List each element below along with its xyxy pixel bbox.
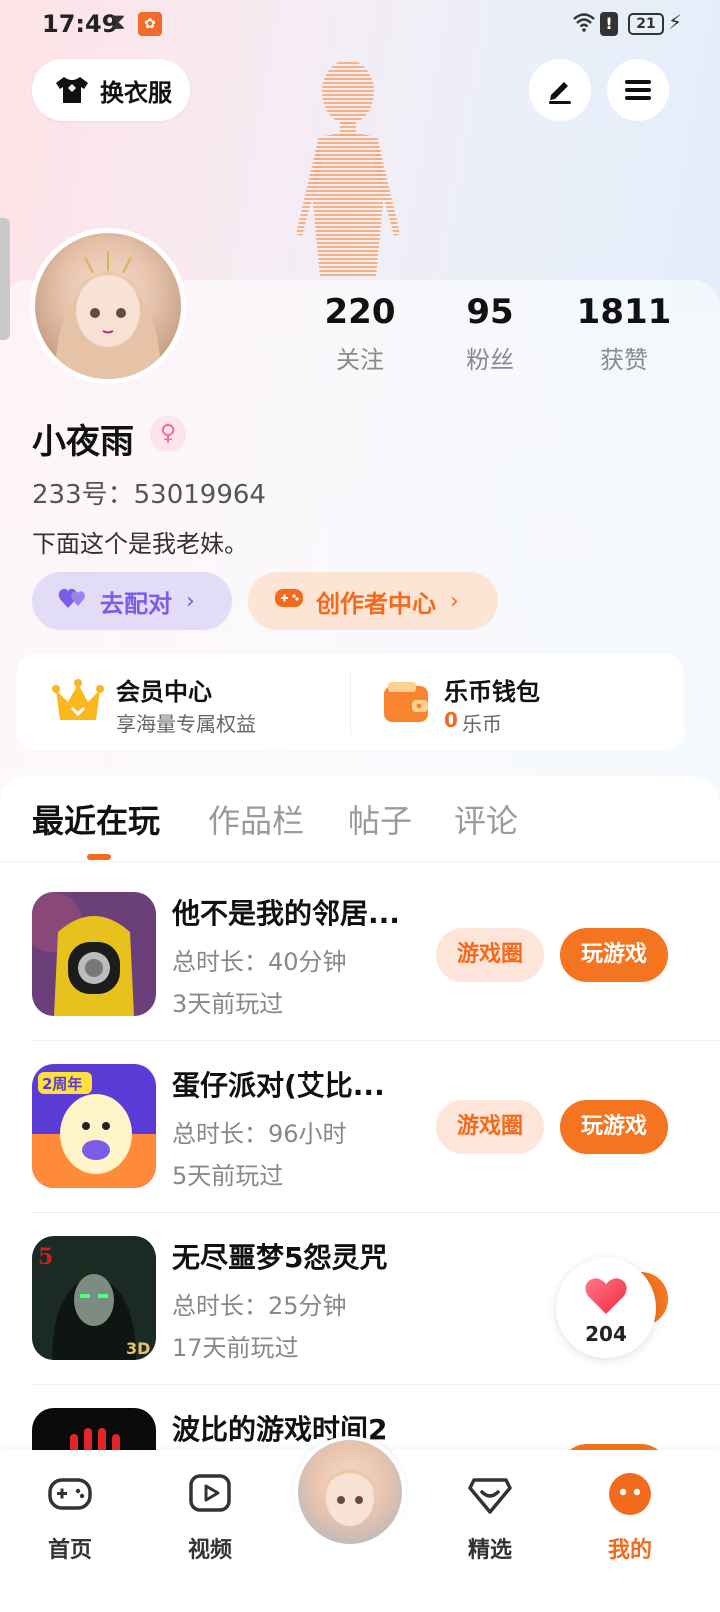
hearts-icon — [58, 586, 88, 616]
nav-video-label: 视频 — [187, 1538, 232, 1563]
smile-face-icon — [609, 1473, 651, 1515]
tab-comments[interactable]: 评论 — [454, 796, 518, 842]
tshirt-icon — [56, 77, 88, 103]
change-outfit-button[interactable]: 换衣服 — [32, 59, 190, 121]
crown-icon — [52, 679, 104, 720]
gamepad-icon — [48, 1478, 92, 1510]
profile-stats: 220 关注 95 粉丝 1811 获赞 — [300, 292, 700, 382]
game-last-played: 17天前玩过 — [172, 1334, 299, 1362]
female-gender-icon: ♀ — [150, 416, 186, 452]
game-last-played: 3天前玩过 — [172, 990, 284, 1018]
game-name: 无尽噩梦5怨灵咒 — [172, 1241, 388, 1274]
game-name: 蛋仔派对(艾比... — [172, 1069, 385, 1102]
game-duration: 总时长：25分钟 — [172, 1292, 347, 1320]
menu-icon — [625, 80, 651, 100]
likes-count: 1811 — [576, 292, 672, 332]
avatar-3d-figure — [296, 60, 400, 276]
floating-like-button[interactable]: 204 — [556, 1258, 656, 1358]
tab-works[interactable]: 作品栏 — [208, 796, 304, 842]
side-drawer-handle[interactable] — [0, 218, 10, 340]
play-game-button[interactable]: 玩游戏 — [560, 928, 668, 982]
heart-box-icon — [468, 1478, 512, 1514]
match-label: 去配对 — [100, 589, 172, 618]
user-id: 233号：53019964 — [32, 480, 266, 510]
nav-avatar-button[interactable] — [294, 1436, 406, 1548]
vip-center-subtitle: 享海量专属权益 — [116, 712, 256, 736]
avatar-image — [35, 233, 181, 379]
pencil-icon — [549, 82, 571, 104]
following-stat[interactable]: 220 关注 — [300, 292, 420, 375]
game-last-played: 5天前玩过 — [172, 1162, 284, 1190]
game-circle-button[interactable]: 游戏圈 — [436, 1100, 544, 1154]
vip-center-entry[interactable]: 会员中心 享海量专属权益 — [16, 654, 350, 750]
edit-profile-button[interactable] — [529, 59, 591, 121]
member-wallet-card: 会员中心 享海量专属权益 乐币钱包 0 乐币 — [16, 654, 684, 750]
status-bar: 17:49 ⧗ ✿ ! 21 ⚡ — [0, 0, 720, 48]
game-icon: 5 3D — [32, 1236, 156, 1360]
game-icon — [32, 892, 156, 1016]
creator-center-button[interactable]: 创作者中心 › — [248, 572, 498, 630]
status-time: 17:49 — [42, 10, 119, 38]
nav-home-label: 首页 — [47, 1538, 92, 1563]
nav-mine[interactable]: 我的 — [570, 1470, 690, 1564]
game-name: 他不是我的邻居... — [172, 897, 400, 930]
alert-icon: ! — [600, 12, 618, 36]
profile-name: 小夜雨 — [32, 422, 134, 462]
list-item[interactable]: 2周年 蛋仔派对(艾比... 总时长：96小时 5天前玩过 游戏圈 玩游戏 — [0, 1064, 720, 1236]
svg-text:5: 5 — [38, 1244, 53, 1270]
wallet-title: 乐币钱包 — [444, 678, 540, 706]
nav-home[interactable]: 首页 — [10, 1470, 130, 1564]
wallet-entry[interactable]: 乐币钱包 0 乐币 — [350, 654, 684, 750]
avatar[interactable] — [30, 228, 186, 384]
row-divider — [32, 1212, 720, 1213]
hourglass-icon: ⧗ — [110, 10, 126, 35]
game-icon — [32, 1408, 156, 1452]
menu-button[interactable] — [607, 59, 669, 121]
wallet-unit: 乐币 — [462, 712, 502, 736]
nav-mine-label: 我的 — [607, 1538, 652, 1563]
likes-label: 获赞 — [600, 346, 648, 374]
app-notification-icon: ✿ — [138, 12, 162, 36]
tab-posts[interactable]: 帖子 — [348, 796, 412, 842]
match-button[interactable]: 去配对 › — [32, 572, 232, 630]
battery-icon: 21 — [628, 13, 664, 35]
row-divider — [32, 1384, 720, 1385]
nav-featured[interactable]: 精选 — [430, 1470, 550, 1564]
wifi-icon — [572, 12, 596, 37]
followers-label: 粉丝 — [466, 346, 514, 374]
heart-icon — [585, 1278, 627, 1314]
following-count: 220 — [324, 292, 396, 332]
following-label: 关注 — [336, 346, 384, 374]
wallet-amount: 0 — [444, 708, 458, 732]
active-tab-indicator — [87, 854, 111, 860]
game-duration: 总时长：40分钟 — [172, 948, 347, 976]
game-circle-button[interactable]: 游戏圈 — [436, 928, 544, 982]
video-icon — [189, 1474, 231, 1512]
profile-bio: 下面这个是我老妹。 — [32, 530, 248, 558]
list-item[interactable]: 他不是我的邻居... 总时长：40分钟 3天前玩过 游戏圈 玩游戏 — [0, 892, 720, 1064]
nav-featured-label: 精选 — [467, 1538, 512, 1563]
tab-divider — [0, 861, 720, 862]
followers-stat[interactable]: 95 粉丝 — [430, 292, 550, 375]
charging-icon: ⚡ — [668, 10, 683, 34]
change-outfit-label: 换衣服 — [100, 78, 172, 107]
row-divider — [32, 1040, 720, 1041]
vip-center-title: 会员中心 — [116, 678, 212, 706]
wallet-icon — [384, 682, 428, 722]
play-game-button[interactable]: 玩游戏 — [560, 1100, 668, 1154]
svg-text:2周年: 2周年 — [42, 1075, 82, 1093]
game-icon: 2周年 — [32, 1064, 156, 1188]
gamepad-icon — [274, 587, 304, 615]
svg-text:3D: 3D — [126, 1339, 150, 1358]
likes-stat[interactable]: 1811 获赞 — [564, 292, 684, 375]
creator-center-label: 创作者中心 — [316, 589, 436, 618]
like-count: 204 — [585, 1322, 627, 1346]
game-duration: 总时长：96小时 — [172, 1120, 347, 1148]
followers-count: 95 — [466, 292, 514, 332]
avatar — [298, 1440, 402, 1544]
tab-recent-played[interactable]: 最近在玩 — [32, 796, 160, 842]
chevron-right-icon: › — [186, 588, 195, 614]
chevron-right-icon: › — [450, 588, 459, 614]
nav-video[interactable]: 视频 — [150, 1470, 270, 1564]
